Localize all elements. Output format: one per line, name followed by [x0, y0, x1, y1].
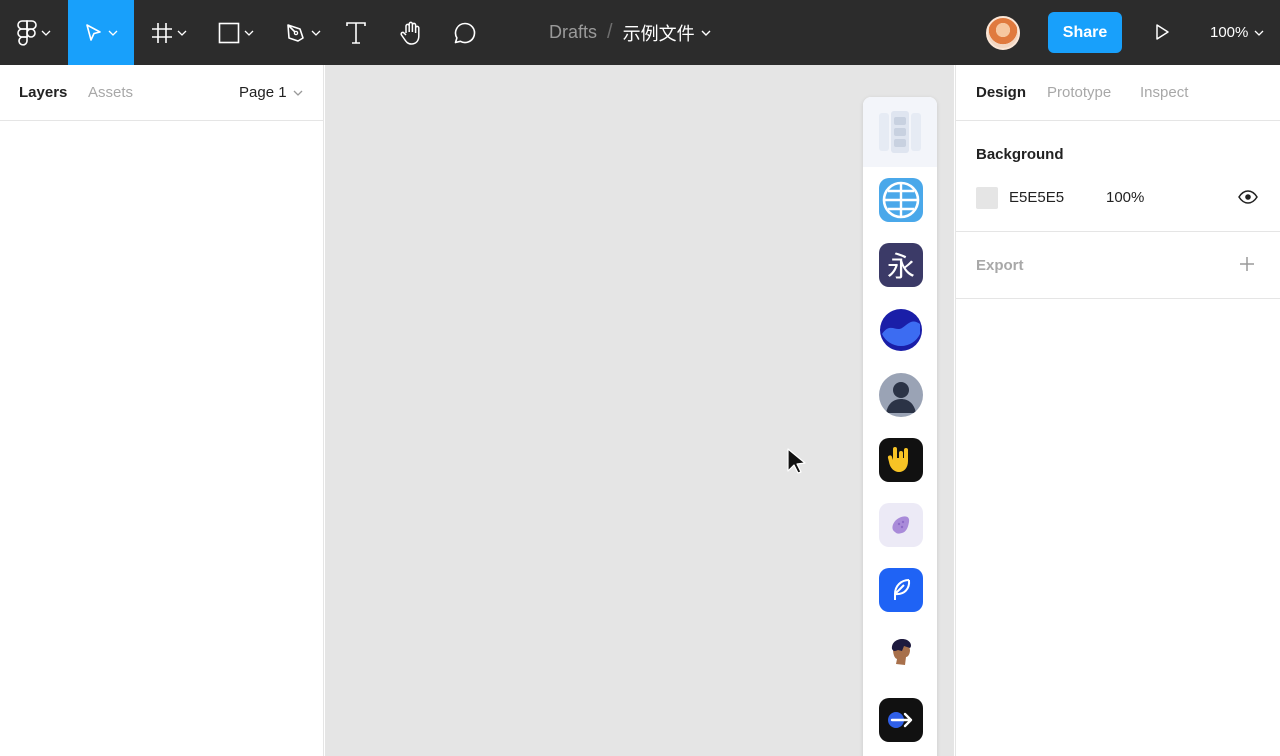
comment-icon: [454, 22, 476, 43]
zoom-selector[interactable]: 100%: [1210, 0, 1264, 65]
left-panel: Layers Assets Page 1: [0, 65, 324, 756]
zoom-level: 100%: [1210, 24, 1249, 41]
page-selector[interactable]: Page 1: [239, 84, 303, 101]
play-icon: [1156, 24, 1169, 40]
plugin-wave[interactable]: [879, 308, 923, 352]
file-breadcrumb: Drafts / 示例文件: [549, 0, 711, 65]
background-section: Background E5E5E5 100%: [956, 121, 1280, 232]
move-icon: [86, 23, 101, 41]
chevron-down-icon: [1254, 30, 1264, 36]
plugin-rock-hand[interactable]: [879, 438, 923, 482]
comment-tool-button[interactable]: [444, 0, 486, 65]
text-icon: [346, 21, 366, 44]
export-section: Export: [956, 232, 1280, 299]
top-toolbar: Drafts / 示例文件 Share 100%: [0, 0, 1280, 65]
plugin-feather[interactable]: [879, 568, 923, 612]
tab-layers[interactable]: Layers: [19, 84, 67, 101]
person-portrait-plugin-icon: [891, 639, 911, 665]
page-selector-label: Page 1: [239, 84, 287, 101]
chevron-down-icon: [41, 30, 51, 36]
arrow-plugin-icon: [888, 712, 913, 728]
frame-tool-button[interactable]: [140, 0, 198, 65]
pen-icon: [287, 23, 304, 42]
chevron-down-icon: [108, 30, 118, 36]
plugin-arrow[interactable]: [879, 698, 923, 742]
user-avatar[interactable]: [986, 16, 1020, 50]
breadcrumb-drafts[interactable]: Drafts: [549, 22, 597, 43]
chevron-down-icon: [177, 30, 187, 36]
chevron-down-icon[interactable]: [701, 30, 711, 36]
plugin-globe[interactable]: [879, 178, 923, 222]
plus-icon[interactable]: [1239, 256, 1255, 272]
plugin-strip: 永: [863, 97, 937, 756]
blob-plugin-icon: [892, 516, 910, 534]
chevron-down-icon: [293, 90, 303, 96]
canvas[interactable]: 永: [325, 65, 954, 756]
layout-grid-plugin-icon: [879, 111, 921, 153]
tab-inspect[interactable]: Inspect: [1140, 84, 1188, 101]
eye-icon[interactable]: [1238, 190, 1258, 204]
chevron-down-icon: [244, 30, 254, 36]
text-tool-button[interactable]: [336, 0, 376, 65]
background-hex-input[interactable]: E5E5E5: [1009, 189, 1064, 206]
tab-design[interactable]: Design: [976, 84, 1026, 101]
export-title: Export: [976, 257, 1024, 274]
avatar-plugin-icon: [886, 382, 916, 413]
tab-prototype[interactable]: Prototype: [1047, 84, 1111, 101]
feather-plugin-icon: [894, 579, 911, 600]
breadcrumb-separator: /: [607, 21, 613, 43]
background-opacity-input[interactable]: 100%: [1106, 189, 1144, 206]
shape-tool-button[interactable]: [207, 0, 265, 65]
background-title: Background: [976, 146, 1064, 163]
hand-icon: [400, 21, 420, 45]
tab-assets[interactable]: Assets: [88, 84, 133, 101]
yong-character-plugin-icon: 永: [886, 250, 915, 283]
right-panel: Design Prototype Inspect Background E5E5…: [955, 65, 1280, 756]
globe-plugin-icon: [882, 181, 920, 219]
wave-plugin-icon: [880, 309, 922, 351]
move-tool-button[interactable]: [68, 0, 134, 65]
mouse-cursor-icon: [787, 448, 806, 474]
main-menu-button[interactable]: [0, 0, 68, 65]
right-panel-header: Design Prototype Inspect: [956, 65, 1280, 121]
plugin-blob[interactable]: [879, 503, 923, 547]
plugin-person-portrait[interactable]: [879, 633, 923, 677]
figma-menu-icon: [17, 19, 37, 46]
plugin-layout-grid[interactable]: [863, 97, 937, 167]
present-button[interactable]: [1150, 20, 1174, 44]
frame-icon: [152, 22, 172, 43]
rock-hand-plugin-icon: [887, 447, 908, 472]
plugin-avatar[interactable]: [879, 373, 923, 417]
hand-tool-button[interactable]: [390, 0, 432, 65]
chevron-down-icon: [311, 30, 321, 36]
left-panel-header: Layers Assets Page 1: [0, 65, 323, 121]
rectangle-icon: [218, 22, 240, 43]
file-name[interactable]: 示例文件: [623, 20, 695, 46]
share-button[interactable]: Share: [1048, 12, 1122, 53]
background-color-swatch[interactable]: [976, 187, 998, 209]
pen-tool-button[interactable]: [274, 0, 332, 65]
plugin-yong[interactable]: 永: [879, 243, 923, 287]
